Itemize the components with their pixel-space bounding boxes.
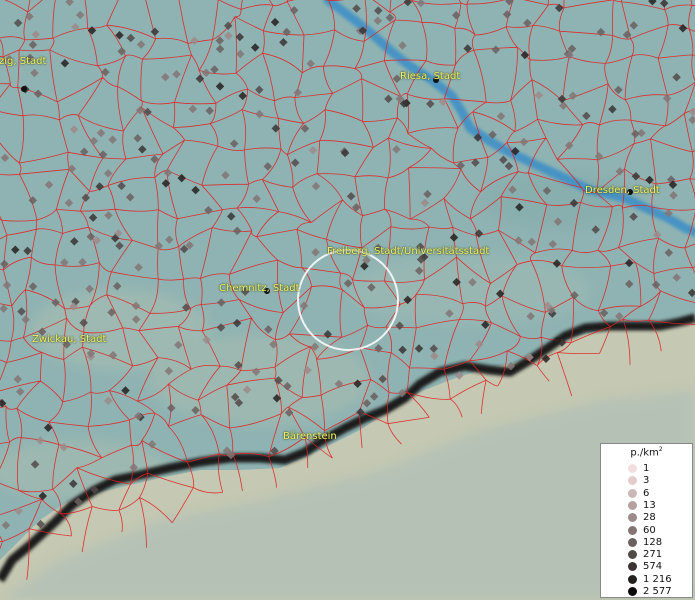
legend-class-label: 28 [643,512,656,524]
city-dot [21,86,27,92]
legend-swatch [628,562,637,572]
legend-class-label: 574 [643,561,663,573]
legend-class-label: 1 216 [643,573,672,585]
city-label-dresden[interactable]: Dresden, Stadt [585,185,660,196]
legend-class-label: 2 577 [643,586,672,597]
legend-class-row: 13 [601,500,692,512]
legend-swatch [628,550,637,560]
legend-class-row: 128 [601,537,692,549]
legend-class-label: 1 [643,463,650,474]
legend-class-row: 3 [601,475,692,487]
legend-class-row: 574 [601,561,692,573]
legend-swatch [628,513,637,523]
legend-class-row: 271 [601,549,692,561]
city-label-riesa[interactable]: Riesa, Stadt [400,71,460,82]
legend-class-label: 271 [643,549,663,561]
map-legend: p./km2 1 3 6 13 28 60 128 271 574 1 216 2 577 [600,443,693,598]
legend-class-row: 28 [601,512,692,524]
legend-title: p./km2 [630,446,663,459]
legend-class-row: 1 [601,463,692,475]
legend-class-row: 60 [601,525,692,537]
map-view[interactable]: zig, Stadt Riesa, Stadt Dresden, Stadt F… [0,0,695,600]
city-label-baerenstein[interactable]: Bärenstein [283,431,337,442]
city-label-zwickau[interactable]: Zwickau, Stadt [32,334,106,345]
legend-swatch [628,476,637,486]
legend-class-row: 1 216 [601,574,692,586]
city-label-zig[interactable]: zig, Stadt [0,56,46,67]
legend-class-label: 6 [643,487,650,499]
city-label-freiberg[interactable]: Freiberg, Stadt/Universitätsstadt [327,246,489,257]
legend-swatch [628,587,637,596]
legend-swatch [628,574,637,584]
legend-class-row: 6 [601,488,692,500]
legend-swatch [628,525,637,535]
legend-swatch [628,488,637,498]
legend-swatch [628,537,637,547]
terrain-layer [0,0,695,600]
legend-swatch [628,464,637,473]
legend-class-label: 60 [643,524,656,536]
legend-swatch [628,500,637,510]
legend-class-label: 128 [643,536,663,548]
city-label-chemnitz[interactable]: Chemnitz, Stadt [219,283,300,294]
legend-class-label: 13 [643,499,656,511]
legend-class-row: 2 577 [601,586,692,598]
legend-class-label: 3 [643,475,650,487]
